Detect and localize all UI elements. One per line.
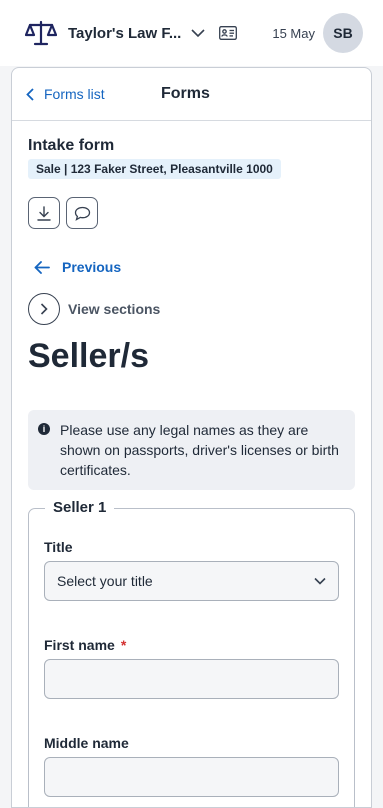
firm-name[interactable]: Taylor's Law F... — [68, 25, 182, 42]
contact-card-icon[interactable] — [218, 25, 238, 41]
first-name-label: First name * — [44, 637, 339, 653]
first-name-label-text: First name — [44, 637, 115, 653]
avatar[interactable]: SB — [323, 13, 363, 53]
previous-button[interactable]: Previous — [28, 259, 355, 275]
back-link-label: Forms list — [44, 86, 105, 102]
required-marker: * — [120, 637, 127, 653]
current-date: 15 May — [272, 25, 315, 41]
chevron-left-icon — [26, 87, 34, 101]
comment-icon — [74, 206, 90, 221]
form-content: Intake form Sale | 123 Faker Street, Ple… — [12, 121, 371, 807]
forms-list-back-link[interactable]: Forms list — [26, 86, 105, 102]
scales-of-justice-icon[interactable] — [24, 18, 58, 48]
seller-fieldset: Seller 1 Title Select your title First n… — [28, 499, 355, 807]
matter-badge: Sale | 123 Faker Street, Pleasantville 1… — [28, 159, 281, 179]
middle-name-label: Middle name — [44, 735, 129, 751]
form-actions — [28, 197, 355, 229]
first-name-input[interactable] — [44, 659, 339, 699]
title-select[interactable]: Select your title — [44, 561, 339, 601]
chevron-down-icon — [314, 577, 326, 585]
info-notice: i Please use any legal names as they are… — [28, 410, 355, 490]
info-icon: i — [38, 423, 50, 435]
title-label: Title — [44, 539, 73, 555]
download-button[interactable] — [28, 197, 60, 229]
previous-label: Previous — [62, 259, 122, 275]
comment-button[interactable] — [66, 197, 98, 229]
title-select-value: Select your title — [57, 573, 153, 589]
info-text: Please use any legal names as they are s… — [60, 422, 339, 478]
chevron-down-icon[interactable] — [190, 25, 206, 41]
view-sections-toggle[interactable]: View sections — [28, 293, 355, 325]
panel-title: Forms — [161, 85, 210, 102]
middle-name-input[interactable] — [44, 757, 339, 797]
view-sections-label: View sections — [68, 301, 161, 317]
forms-panel: Forms list Forms Intake form Sale | 123 … — [11, 67, 372, 808]
form-name: Intake form — [28, 137, 115, 154]
arrow-left-icon — [34, 260, 50, 274]
seller-legend: Seller 1 — [45, 499, 115, 516]
chevron-right-icon[interactable] — [28, 293, 60, 325]
download-icon — [37, 205, 51, 221]
section-heading: Seller/s — [28, 337, 149, 375]
top-bar: Taylor's Law F... 15 May SB — [0, 0, 383, 66]
panel-header: Forms list Forms — [12, 68, 371, 121]
